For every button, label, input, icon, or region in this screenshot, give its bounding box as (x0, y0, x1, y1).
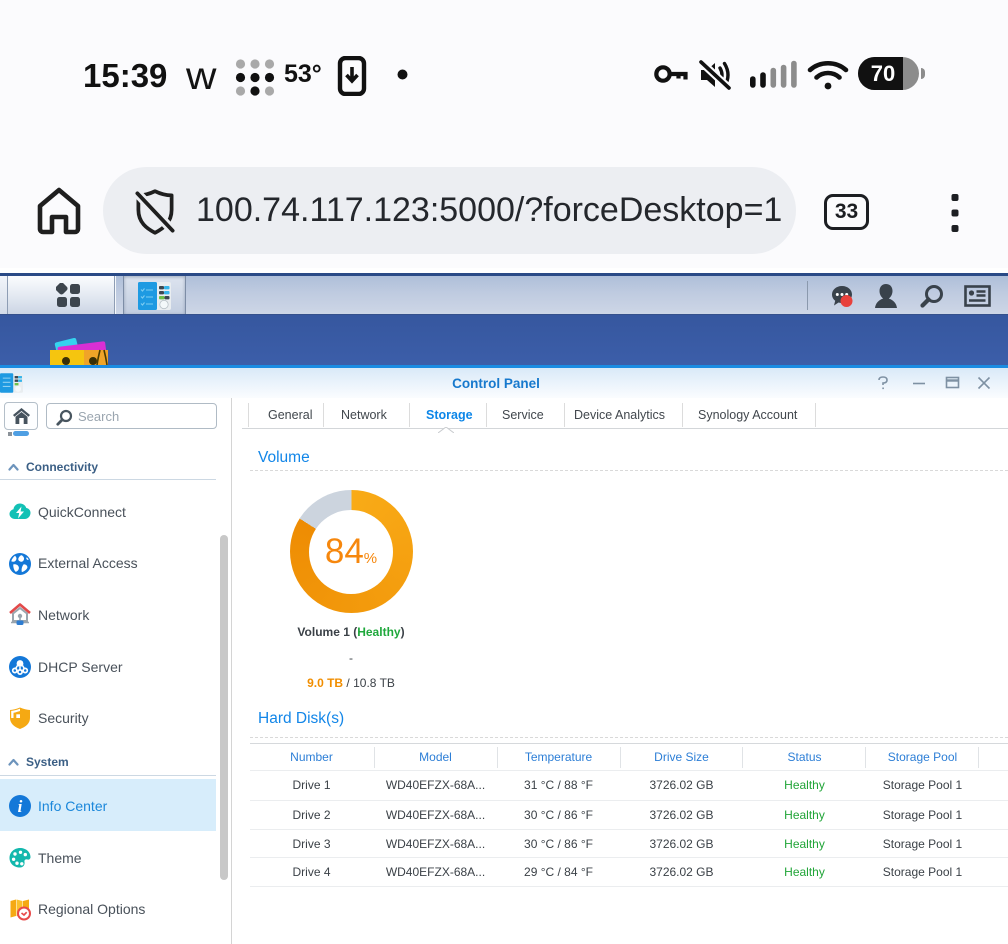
svg-text:i: i (18, 797, 23, 816)
